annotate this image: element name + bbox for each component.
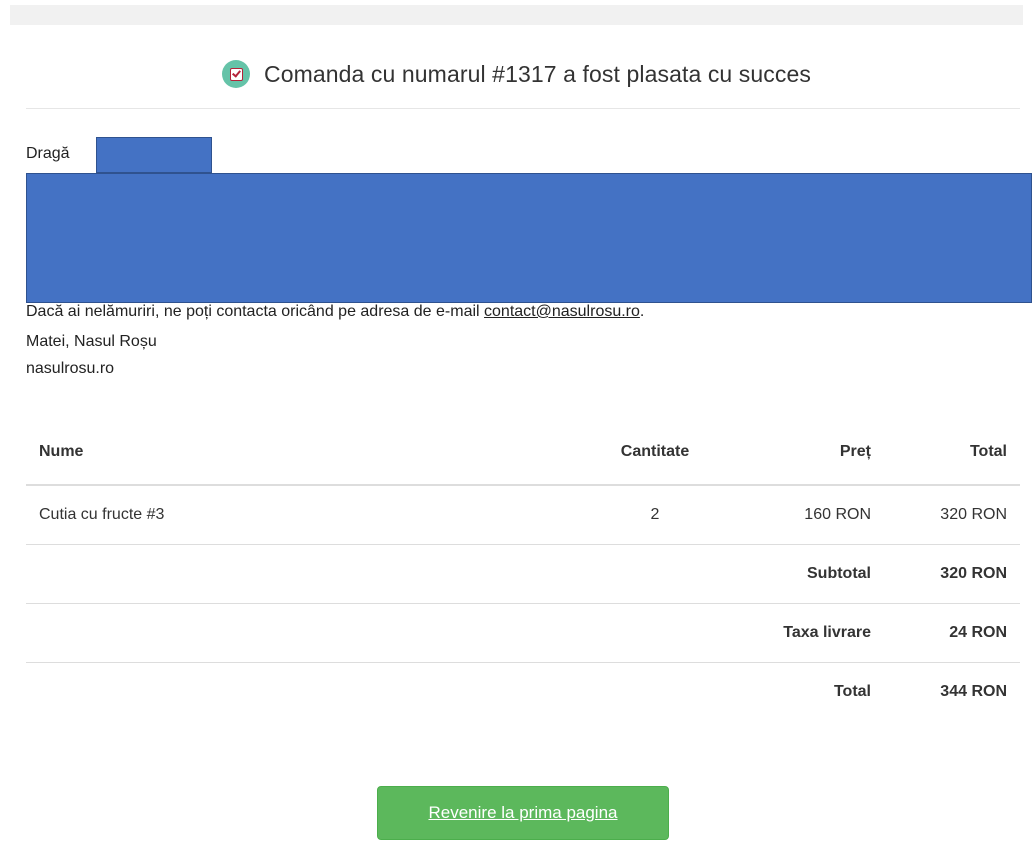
- order-table: Nume Cantitate Preț Total Cutia cu fruct…: [26, 420, 1020, 721]
- signature-name: Matei, Nasul Roșu: [26, 333, 157, 350]
- product-quantity: 2: [650, 506, 660, 523]
- page-title: Comanda cu numarul #1317 a fost plasata …: [264, 60, 811, 87]
- product-total: 320 RON: [940, 506, 1007, 523]
- grand-total-row: Total 344 RON: [26, 662, 1020, 721]
- greeting: Dragă: [26, 145, 70, 162]
- subtotal-label: Subtotal: [718, 544, 884, 604]
- back-to-home-button[interactable]: Revenire la prima pagina: [377, 786, 669, 840]
- table-header-row: Nume Cantitate Preț Total: [26, 420, 1020, 486]
- order-confirmation-page: Comanda cu numarul #1317 a fost plasata …: [0, 0, 1033, 848]
- contact-line: Dacă ai nelămuriri, ne poți contacta ori…: [26, 303, 644, 321]
- contact-suffix: .: [639, 303, 645, 320]
- contact-email-link[interactable]: contact@nasulrosu.ro: [484, 303, 640, 320]
- contact-text: Dacă ai nelămuriri, ne poți contacta ori…: [26, 303, 485, 320]
- product-name: Cutia cu fructe #3: [39, 506, 165, 523]
- product-price: 160 RON: [804, 506, 871, 523]
- signature-site: nasulrosu.ro: [26, 360, 115, 377]
- column-header-name: Nume: [26, 420, 592, 486]
- shipping-row: Taxa livrare 24 RON: [26, 603, 1020, 663]
- grand-total-value: 344 RON: [884, 662, 1020, 721]
- grand-total-label: Total: [718, 662, 884, 721]
- subtotal-value: 320 RON: [884, 544, 1020, 604]
- shipping-label: Taxa livrare: [718, 603, 884, 663]
- redacted-message: [26, 173, 1032, 303]
- table-row: Cutia cu fructe #3 2 160 RON 320 RON: [26, 485, 1020, 545]
- shipping-value: 24 RON: [884, 603, 1020, 663]
- confirmation-header: Comanda cu numarul #1317 a fost plasata …: [0, 50, 1033, 98]
- subtotal-row: Subtotal 320 RON: [26, 544, 1020, 604]
- column-header-price: Preț: [718, 420, 884, 486]
- header-divider: [26, 108, 1020, 109]
- column-header-total: Total: [884, 420, 1020, 486]
- checkbox-icon: [222, 60, 250, 88]
- redacted-name: [96, 137, 212, 173]
- column-header-quantity: Cantitate: [592, 420, 718, 486]
- top-bar: [10, 5, 1023, 25]
